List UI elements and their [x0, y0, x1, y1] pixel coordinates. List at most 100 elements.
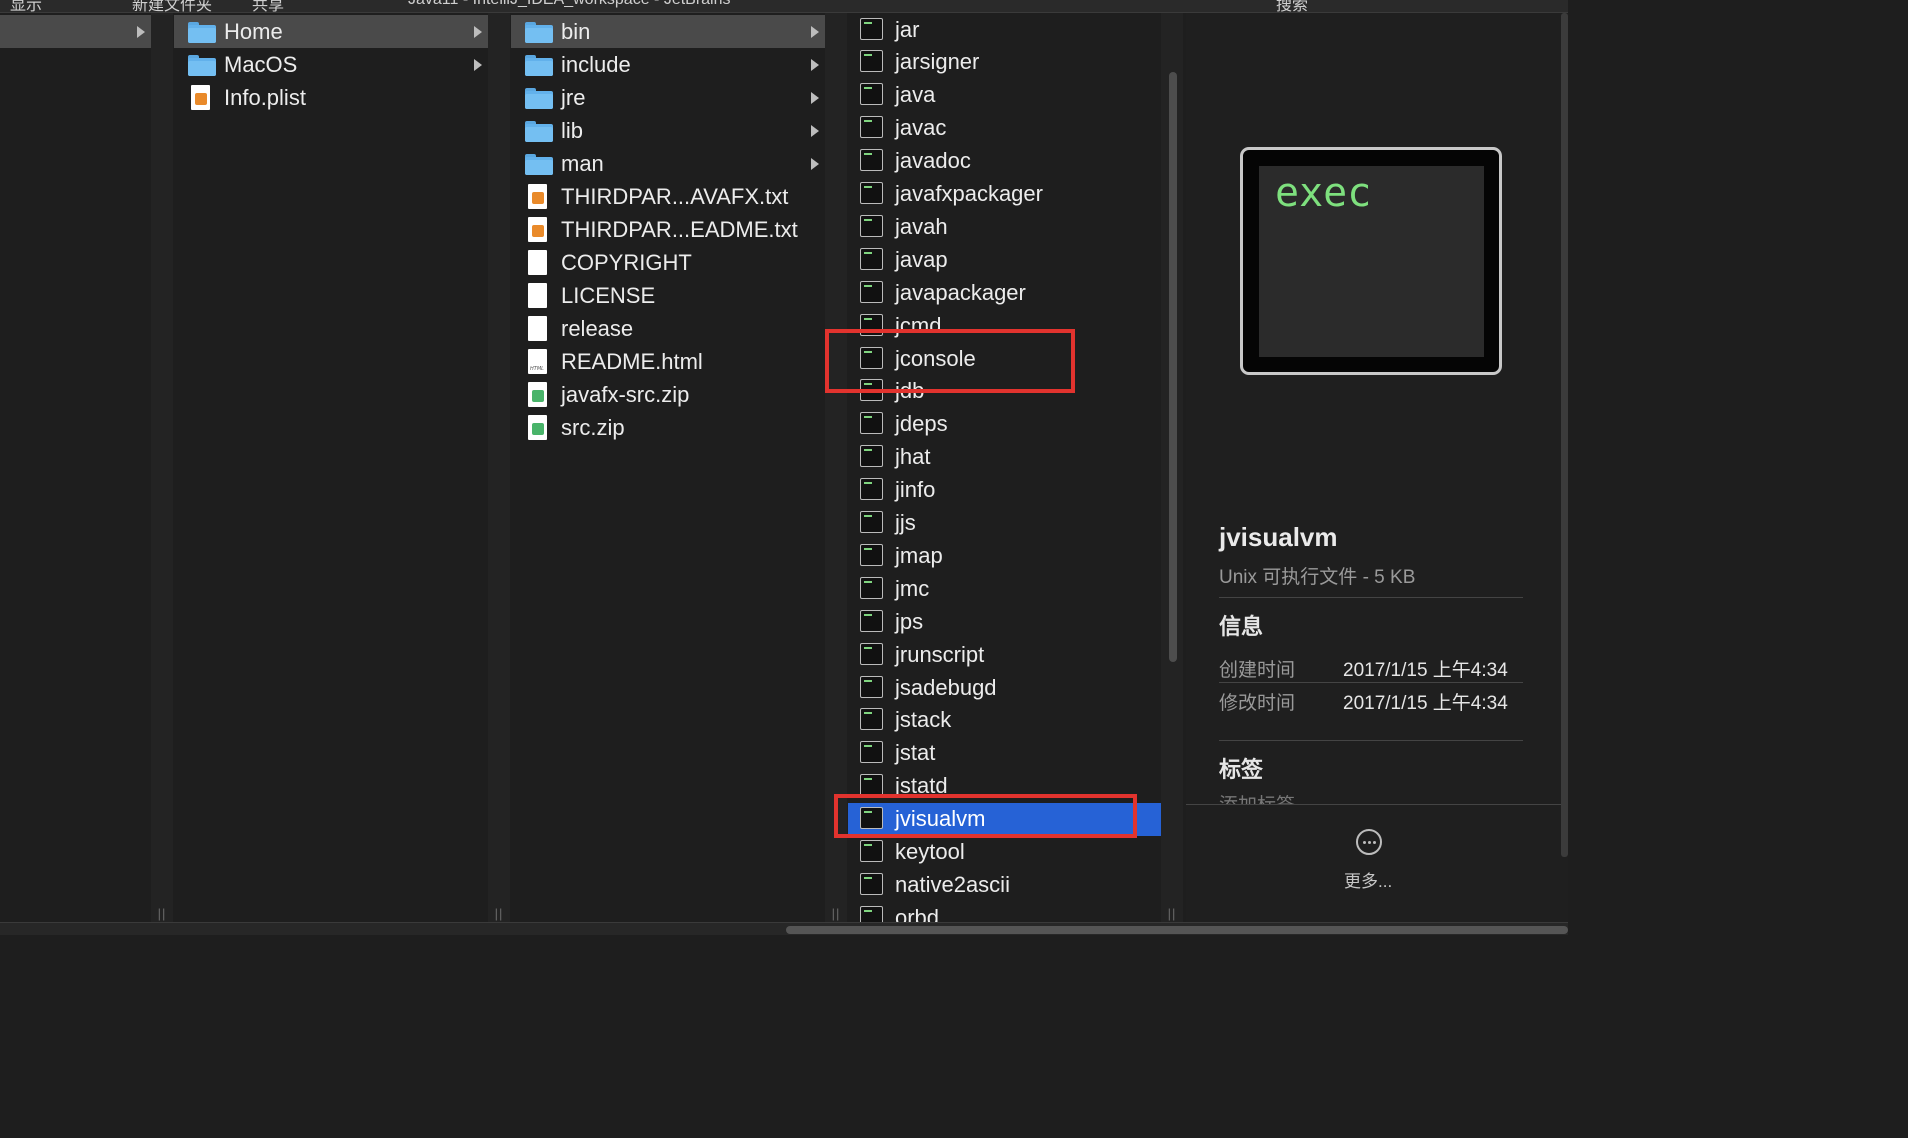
- list-item-java[interactable]: java: [848, 79, 1161, 112]
- preview-file-kind: Unix 可执行文件 - 5 KB: [1219, 567, 1416, 588]
- list-item-label: Home: [224, 18, 283, 44]
- divider: [1186, 804, 1561, 805]
- list-item[interactable]: include: [511, 48, 825, 81]
- list-item-jstack[interactable]: jstack: [848, 704, 1161, 737]
- horizontal-scroll-track: [0, 922, 1568, 935]
- column-4-scrollbar[interactable]: [1169, 72, 1177, 662]
- list-item-javah[interactable]: javah: [848, 210, 1161, 243]
- list-item-jdb[interactable]: jdb: [848, 375, 1161, 408]
- list-item[interactable]: COPYRIGHT: [511, 246, 825, 279]
- list-item-jdeps[interactable]: jdeps: [848, 408, 1161, 441]
- column-1-selected-row[interactable]: [0, 15, 151, 48]
- column-4: jar jarsigner java javac javadoc javafxpackag…: [848, 13, 1161, 923]
- list-item-orbd[interactable]: orbd: [848, 901, 1161, 923]
- column-1-resize-gutter[interactable]: ||: [151, 13, 173, 923]
- chevron-right-icon: [811, 157, 819, 170]
- list-item-native2ascii[interactable]: native2ascii: [848, 868, 1161, 901]
- terminal-exec-icon: [857, 247, 887, 273]
- list-item-jconsole[interactable]: jconsole: [848, 342, 1161, 375]
- list-item-label: Info.plist: [224, 84, 306, 110]
- created-value: 2017/1/15 上午4:34: [1343, 660, 1508, 681]
- terminal-exec-icon: [857, 707, 887, 733]
- list-item-label: lib: [561, 117, 584, 143]
- tags-input[interactable]: 添加标签...: [1219, 790, 1311, 804]
- list-item-jmap[interactable]: jmap: [848, 539, 1161, 572]
- list-item-javadoc[interactable]: javadoc: [848, 145, 1161, 178]
- info-heading: 信息: [1219, 614, 1264, 639]
- more-button[interactable]: 更多...: [1344, 867, 1392, 892]
- list-item-jarsigner[interactable]: jarsigner: [848, 46, 1161, 79]
- list-item-javafxpackager[interactable]: javafxpackager: [848, 178, 1161, 211]
- list-item-label: jconsole: [895, 345, 976, 371]
- terminal-exec-icon: [857, 49, 887, 75]
- list-item[interactable]: release: [511, 312, 825, 345]
- list-item-javap[interactable]: javap: [848, 243, 1161, 276]
- list-item-label: jre: [561, 84, 586, 110]
- list-item-jstat[interactable]: jstat: [848, 737, 1161, 770]
- document-icon: [523, 282, 553, 309]
- list-item-label: MacOS: [224, 51, 298, 77]
- list-item-jvisualvm[interactable]: jvisualvm: [848, 802, 1161, 836]
- list-item[interactable]: src.zip: [511, 411, 825, 444]
- more-icon[interactable]: [1356, 829, 1382, 855]
- resize-grip-icon[interactable]: ||: [825, 906, 847, 921]
- list-item-jstatd[interactable]: jstatd: [848, 770, 1161, 803]
- list-item-label: javac: [895, 115, 947, 141]
- list-item-macos[interactable]: MacOS: [174, 48, 488, 81]
- list-item-label: orbd: [895, 904, 940, 923]
- terminal-exec-icon: [857, 806, 887, 832]
- list-item[interactable]: THIRDPAR...EADME.txt: [511, 213, 825, 246]
- resize-grip-icon[interactable]: ||: [151, 906, 173, 921]
- preview-file-name: jvisualvm: [1219, 522, 1338, 552]
- list-item-keytool[interactable]: keytool: [848, 836, 1161, 869]
- list-item[interactable]: HTML README.html: [511, 345, 825, 378]
- resize-grip-icon[interactable]: ||: [1161, 906, 1183, 921]
- list-item-jrunscript[interactable]: jrunscript: [848, 638, 1161, 671]
- list-item-label: jcmd: [895, 312, 942, 338]
- list-item-jcmd[interactable]: jcmd: [848, 309, 1161, 342]
- toolbar-strip: 显示 新建文件夹 共享 Java11 - IntelliJ_IDEA_works…: [0, 0, 1568, 13]
- modified-value: 2017/1/15 上午4:34: [1343, 693, 1508, 714]
- list-item-label: jrunscript: [895, 641, 985, 667]
- list-item-label: THIRDPAR...AVAFX.txt: [561, 183, 789, 209]
- toolbar-search-label[interactable]: 搜索: [1276, 0, 1308, 12]
- list-item[interactable]: jre: [511, 81, 825, 114]
- folder-icon: [186, 52, 216, 78]
- terminal-exec-icon: [857, 181, 887, 207]
- horizontal-scrollbar[interactable]: [786, 926, 1568, 934]
- chevron-right-icon: [137, 25, 145, 38]
- terminal-exec-icon: [857, 905, 887, 923]
- list-item[interactable]: javafx-src.zip: [511, 378, 825, 411]
- toolbar-share-label[interactable]: 共享: [252, 0, 284, 12]
- list-item[interactable]: lib: [511, 114, 825, 147]
- preview-scrollbar[interactable]: [1561, 13, 1568, 857]
- modified-label: 修改时间: [1219, 693, 1296, 714]
- zip-file-icon: [523, 381, 553, 408]
- list-item[interactable]: bin: [511, 15, 825, 48]
- list-item[interactable]: THIRDPAR...AVAFX.txt: [511, 180, 825, 213]
- list-item-javapackager[interactable]: javapackager: [848, 276, 1161, 309]
- list-item-jmc[interactable]: jmc: [848, 572, 1161, 605]
- list-item[interactable]: man: [511, 147, 825, 180]
- list-item-info-plist[interactable]: Info.plist: [174, 81, 488, 114]
- list-item-jps[interactable]: jps: [848, 605, 1161, 638]
- list-item-label: jdeps: [895, 411, 948, 437]
- terminal-exec-icon: [857, 839, 887, 865]
- list-item-jsadebugd[interactable]: jsadebugd: [848, 671, 1161, 704]
- list-item-javac[interactable]: javac: [848, 112, 1161, 145]
- toolbar-new-folder-label[interactable]: 新建文件夹: [132, 0, 212, 12]
- list-item-jjs[interactable]: jjs: [848, 507, 1161, 540]
- list-item-jhat[interactable]: jhat: [848, 441, 1161, 474]
- list-item[interactable]: LICENSE: [511, 279, 825, 312]
- list-item-jinfo[interactable]: jinfo: [848, 474, 1161, 507]
- column-3-resize-gutter[interactable]: ||: [825, 13, 847, 923]
- list-item-label: jps: [895, 608, 924, 634]
- toolbar-show-label[interactable]: 显示: [10, 0, 42, 12]
- list-item-jar[interactable]: jar: [848, 13, 1161, 46]
- resize-grip-icon[interactable]: ||: [488, 906, 510, 921]
- list-item-home[interactable]: Home: [174, 15, 488, 48]
- terminal-exec-icon: [857, 609, 887, 635]
- list-item-label: COPYRIGHT: [561, 249, 692, 275]
- column-2-resize-gutter[interactable]: ||: [488, 13, 510, 923]
- folder-icon: [186, 19, 216, 45]
